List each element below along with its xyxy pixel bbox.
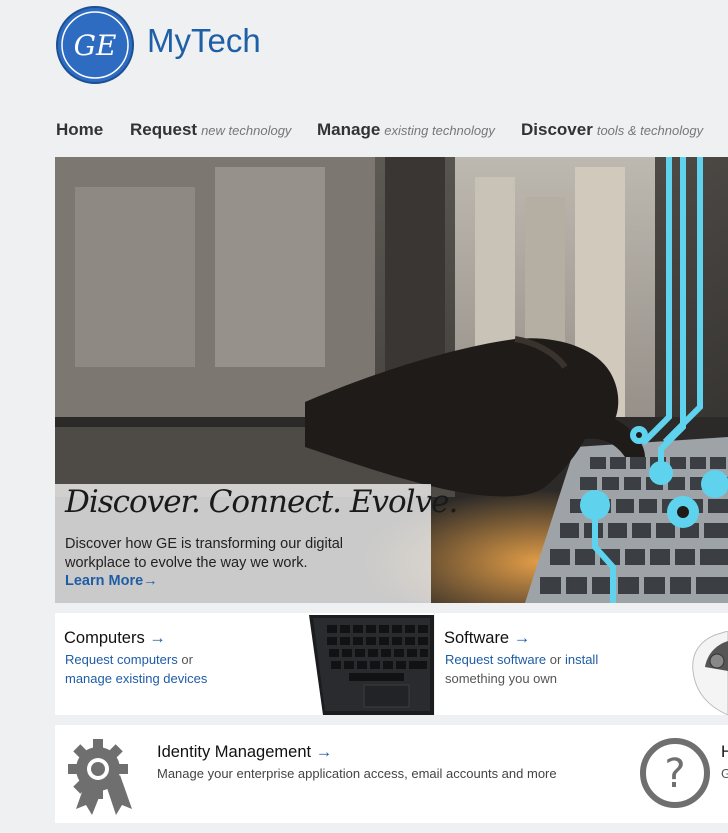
learn-more-label: Learn More (65, 573, 144, 589)
nav-discover[interactable]: Discover tools & technology (521, 120, 703, 140)
arrow-right-icon: → (149, 629, 166, 647)
identity-title[interactable]: Identity Management → (157, 743, 332, 762)
nav-request-label: Request (130, 120, 198, 139)
hero-banner[interactable]: Discover. Connect. Evolve. Discover how … (55, 157, 728, 603)
software-title-label: Software (444, 629, 510, 647)
mouse-image (692, 631, 728, 715)
computers-or-text: or (177, 652, 193, 667)
computers-line2: manage existing devices (65, 669, 207, 688)
learn-more-link[interactable]: Learn More→ (65, 573, 158, 589)
nav-discover-label: Discover (521, 120, 593, 139)
computers-title[interactable]: Computers → (64, 629, 166, 648)
gear-badge-icon (68, 739, 132, 815)
logo-text: GE (74, 29, 117, 62)
nav-home-label: Home (56, 120, 104, 139)
hero-caption-box: Discover. Connect. Evolve. Discover how … (55, 484, 458, 603)
software-or-text: or (546, 652, 565, 667)
identity-description: Manage your enterprise application acces… (157, 766, 557, 781)
install-link[interactable]: install (565, 652, 598, 667)
ge-logo-icon: GE (56, 6, 134, 84)
ge-logo[interactable]: GE (55, 5, 135, 85)
nav-request[interactable]: Request new technology (130, 120, 291, 140)
identity-card: Identity Management → Manage your enterp… (55, 725, 728, 823)
hero-title: Discover. Connect. Evolve. (65, 484, 458, 520)
app-title[interactable]: MyTech (147, 22, 261, 60)
request-software-link[interactable]: Request software (445, 652, 546, 667)
nav-discover-sub: tools & technology (596, 123, 704, 138)
computers-card: Computers → Request computers or manage … (55, 613, 434, 715)
nav-request-sub: new technology (201, 123, 292, 138)
software-card: Software → Request software or install s… (435, 613, 728, 715)
question-icon[interactable]: ? (639, 737, 711, 809)
arrow-right-icon: → (513, 629, 531, 647)
computers-line1: Request computers or (65, 650, 193, 669)
arrow-right-icon: → (143, 573, 158, 589)
software-line2: something you own (445, 671, 558, 686)
nav-manage[interactable]: Manage existing technology (317, 120, 495, 140)
nav-manage-sub: existing technology (384, 123, 495, 138)
software-title[interactable]: Software → (444, 629, 530, 648)
computers-title-label: Computers (64, 629, 145, 647)
nav-manage-label: Manage (317, 120, 381, 139)
help-description: G (721, 766, 728, 781)
nav-home[interactable]: Home (56, 120, 103, 140)
manage-devices-link[interactable]: manage existing devices (65, 671, 207, 686)
request-computers-link[interactable]: Request computers (65, 652, 178, 667)
hero-description: Discover how GE is transforming our digi… (65, 536, 344, 571)
help-title[interactable]: H (721, 743, 728, 762)
software-line1: Request software or install (445, 650, 598, 669)
svg-text:?: ? (664, 751, 685, 797)
laptop-image (309, 615, 434, 715)
identity-title-label: Identity Management (157, 743, 312, 761)
arrow-right-icon: → (315, 743, 333, 761)
